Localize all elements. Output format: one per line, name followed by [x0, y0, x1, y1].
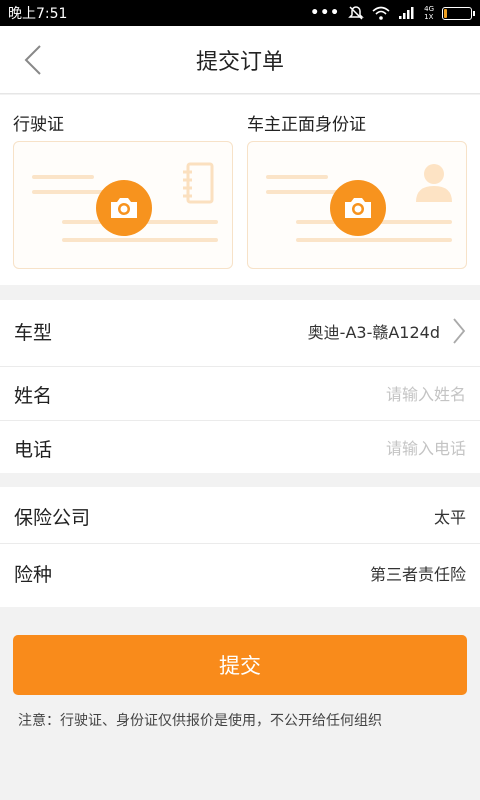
license-photo-label: 行驶证 — [13, 115, 64, 135]
license-photo-upload[interactable] — [13, 141, 233, 269]
camera-icon — [345, 198, 371, 218]
insurance-type-label: 险种 — [14, 563, 53, 586]
camera-button[interactable] — [96, 180, 152, 236]
insurance-type-value: 第三者责任险 — [369, 565, 466, 584]
phone-row: 电话 — [0, 421, 480, 475]
phone-label: 电话 — [14, 438, 53, 461]
camera-button[interactable] — [330, 180, 386, 236]
chevron-left-icon[interactable] — [22, 44, 46, 76]
network-type: 4G 1X — [424, 5, 434, 21]
signal-icon — [399, 7, 414, 19]
photo-upload-section: 行驶证 车主正面身份证 — [0, 95, 480, 285]
card-line — [62, 238, 218, 242]
navigation-bar: 提交订单 — [0, 26, 480, 94]
status-dots: ••• — [310, 5, 341, 21]
battery-icon — [442, 6, 475, 20]
insurance-section: 保险公司 太平 险种 第三者责任险 — [0, 487, 480, 607]
status-time: 晚上7:51 — [8, 6, 68, 22]
phone-input[interactable] — [52, 438, 466, 458]
chevron-right-icon — [453, 318, 466, 344]
car-model-value: 奥迪-A3-赣A124d — [307, 323, 440, 342]
insurance-company-label: 保险公司 — [14, 506, 91, 529]
name-input[interactable] — [52, 384, 466, 404]
status-bar: 晚上7:51 ••• 4G 1X — [0, 0, 480, 26]
status-icons: ••• 4G 1X — [310, 5, 475, 21]
divider — [0, 543, 480, 544]
person-icon — [416, 164, 452, 202]
card-line — [32, 175, 94, 179]
wifi-icon — [372, 6, 390, 20]
insurance-type-row[interactable]: 险种 第三者责任险 — [0, 546, 480, 600]
id-card-photo-upload[interactable] — [247, 141, 467, 269]
mute-alarm-icon — [348, 6, 364, 20]
insurance-company-value: 太平 — [433, 508, 466, 527]
name-label: 姓名 — [14, 384, 53, 407]
privacy-notice: 注意：行驶证、身份证仅供报价是使用，不公开给任何组织 — [18, 713, 382, 729]
customer-info-form: 车型 奥迪-A3-赣A124d 姓名 电话 — [0, 300, 480, 473]
car-model-row[interactable]: 车型 奥迪-A3-赣A124d — [0, 304, 480, 358]
camera-icon — [111, 198, 137, 218]
page-title: 提交订单 — [195, 49, 284, 75]
submit-button[interactable]: 提交 — [13, 635, 467, 695]
card-line — [266, 175, 328, 179]
battery-level — [444, 8, 447, 18]
card-line — [296, 238, 452, 242]
notebook-icon — [183, 162, 214, 204]
insurance-company-row[interactable]: 保险公司 太平 — [0, 489, 480, 543]
name-row: 姓名 — [0, 367, 480, 421]
car-model-label: 车型 — [14, 321, 53, 344]
id-card-photo-label: 车主正面身份证 — [247, 115, 366, 135]
